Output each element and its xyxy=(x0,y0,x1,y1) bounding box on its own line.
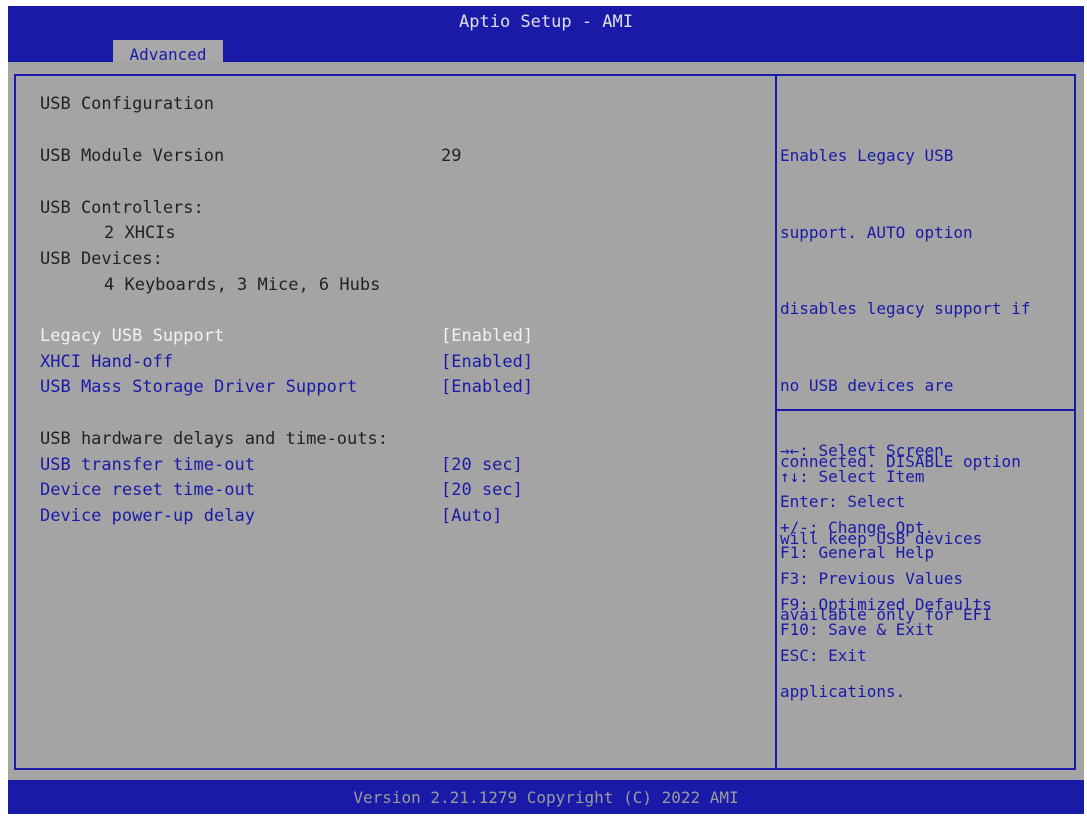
device-reset-timeout-value[interactable]: [20 sec] xyxy=(441,480,523,500)
help-line: support. AUTO option xyxy=(780,222,973,242)
delays-heading: USB hardware delays and time-outs: xyxy=(40,429,388,449)
help-line: no USB devices are xyxy=(780,375,954,395)
key-select-screen: →←: Select Screen xyxy=(780,441,944,460)
key-previous-values: F3: Previous Values xyxy=(780,568,964,588)
title-bar: Aptio Setup - AMI Advanced xyxy=(8,6,1084,68)
key-enter: Enter: Select xyxy=(780,492,906,512)
usb-mass-storage-option[interactable]: USB Mass Storage Driver Support xyxy=(40,377,357,397)
usb-mass-storage-value[interactable]: [Enabled] xyxy=(441,377,533,397)
key-save-exit: F10: Save & Exit xyxy=(780,620,935,640)
app-title: Aptio Setup - AMI xyxy=(459,12,633,32)
help-line: disables legacy support if xyxy=(780,299,1031,318)
content-frame: USB Configuration USB Module Version 29 … xyxy=(14,74,1076,770)
key-optimized-defaults: F9: Optimized Defaults xyxy=(780,594,992,614)
controllers-value: 2 XHCIs xyxy=(104,223,176,243)
version-footer: Version 2.21.1279 Copyright (C) 2022 AMI xyxy=(353,788,739,807)
key-legend: →←: Select Screen ↑↓: Select Item Enter:… xyxy=(780,438,1070,668)
xhci-hand-off-option[interactable]: XHCI Hand-off xyxy=(40,352,173,372)
help-line: applications. xyxy=(780,681,906,701)
devices-value: 4 Keyboards, 3 Mice, 6 Hubs xyxy=(104,275,381,295)
key-select-item: ↑↓: Select Item xyxy=(780,466,925,486)
status-bar: Version 2.21.1279 Copyright (C) 2022 AMI xyxy=(8,780,1084,814)
key-change-opt: +/-: Change Opt. xyxy=(780,517,935,537)
device-power-up-delay-option[interactable]: Device power-up delay xyxy=(40,506,255,526)
module-version-value: 29 xyxy=(441,146,462,166)
settings-pane: USB Configuration USB Module Version 29 … xyxy=(16,76,773,768)
vertical-divider xyxy=(775,76,777,768)
module-version-label: USB Module Version xyxy=(40,146,225,166)
key-general-help: F1: General Help xyxy=(780,543,935,563)
xhci-hand-off-value[interactable]: [Enabled] xyxy=(441,352,533,372)
help-line: Enables Legacy USB xyxy=(780,146,954,165)
device-power-up-delay-value[interactable]: [Auto] xyxy=(441,506,502,526)
main-panel: USB Configuration USB Module Version 29 … xyxy=(8,62,1084,780)
usb-transfer-timeout-option[interactable]: USB transfer time-out xyxy=(40,455,255,475)
legacy-usb-support-value[interactable]: [Enabled] xyxy=(441,326,533,346)
device-reset-timeout-option[interactable]: Device reset time-out xyxy=(40,480,255,500)
bios-screen: Aptio Setup - AMI Advanced USB Configura… xyxy=(0,0,1087,818)
devices-label: USB Devices: xyxy=(40,249,163,269)
legacy-usb-support-option[interactable]: Legacy USB Support xyxy=(40,326,224,346)
key-esc-exit: ESC: Exit xyxy=(780,645,867,665)
section-title: USB Configuration xyxy=(40,94,214,114)
controllers-label: USB Controllers: xyxy=(40,198,204,218)
usb-transfer-timeout-value[interactable]: [20 sec] xyxy=(441,455,523,475)
